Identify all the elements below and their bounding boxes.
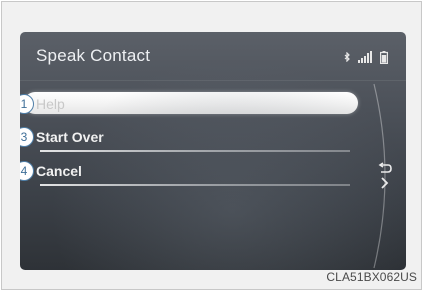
screen-header: Speak Contact <box>20 32 406 81</box>
menu-item-cancel[interactable]: 4 Cancel <box>20 159 362 186</box>
battery-icon <box>380 50 388 64</box>
menu-divider <box>40 184 350 186</box>
menu-item-label: Help <box>36 96 65 112</box>
signal-strength-icon <box>358 51 372 63</box>
bluetooth-icon <box>344 52 350 62</box>
display-screen: Speak Contact 1 Help 3 Start Over 4 Canc… <box>20 32 406 270</box>
callout-number: 4 <box>20 161 34 181</box>
screen-title: Speak Contact <box>36 46 151 65</box>
chevron-right-icon <box>381 177 389 189</box>
menu-item-label: Cancel <box>36 163 82 179</box>
back-arrow-icon[interactable] <box>378 162 392 190</box>
selected-highlight <box>24 92 358 114</box>
figure-caption: CLA51BX062US <box>326 270 417 284</box>
callout-number: 3 <box>20 127 34 147</box>
figure-frame: Speak Contact 1 Help 3 Start Over 4 Canc… <box>1 1 422 290</box>
status-bar <box>344 49 388 65</box>
menu-item-label: Start Over <box>36 129 104 145</box>
menu-item-help[interactable]: 1 Help <box>20 92 362 116</box>
menu-divider <box>40 150 350 152</box>
menu-item-start-over[interactable]: 3 Start Over <box>20 125 362 152</box>
